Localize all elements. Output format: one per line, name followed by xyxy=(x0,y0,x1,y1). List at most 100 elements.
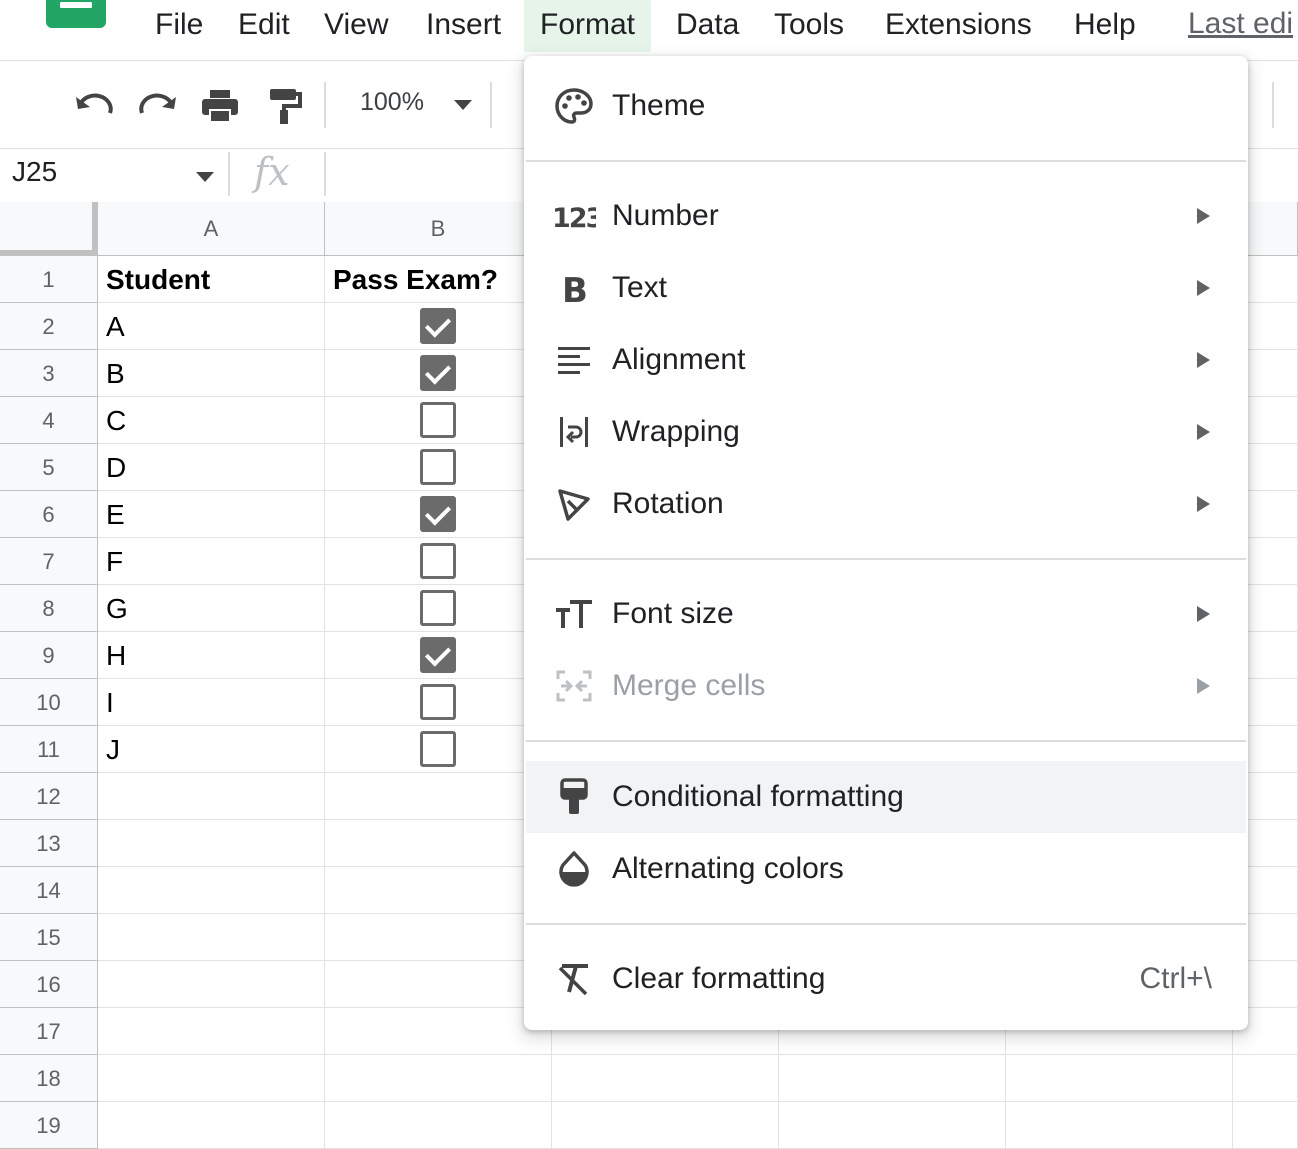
cell[interactable] xyxy=(779,1102,1006,1149)
chevron-down-icon[interactable] xyxy=(454,100,472,110)
column-header-a[interactable]: A xyxy=(98,202,325,256)
menu-item-number[interactable]: 123 Number xyxy=(526,180,1246,252)
student-cell[interactable]: E xyxy=(98,491,325,538)
redo-icon[interactable] xyxy=(136,84,180,128)
row-header[interactable]: 6 xyxy=(0,491,98,538)
cell[interactable] xyxy=(325,1008,552,1055)
student-cell[interactable]: G xyxy=(98,585,325,632)
student-cell[interactable]: H xyxy=(98,632,325,679)
row-header[interactable]: 2 xyxy=(0,303,98,350)
menu-view[interactable]: View xyxy=(308,0,404,52)
formula-input[interactable] xyxy=(340,160,520,190)
row-header[interactable]: 4 xyxy=(0,397,98,444)
pass-exam-cell[interactable] xyxy=(325,585,552,632)
menu-format[interactable]: Format xyxy=(524,0,652,52)
pass-exam-cell[interactable] xyxy=(325,726,552,773)
cell[interactable] xyxy=(1006,1055,1233,1102)
cell[interactable] xyxy=(1233,1102,1298,1149)
cell[interactable] xyxy=(98,961,325,1008)
cell[interactable] xyxy=(98,773,325,820)
paint-format-icon[interactable] xyxy=(262,84,306,128)
undo-icon[interactable] xyxy=(72,84,116,128)
menu-item-conditional-formatting[interactable]: Conditional formatting xyxy=(526,761,1246,833)
row-header[interactable]: 9 xyxy=(0,632,98,679)
cell[interactable] xyxy=(325,820,552,867)
menu-data[interactable]: Data xyxy=(660,0,755,52)
checkbox-checked[interactable] xyxy=(420,308,456,344)
pass-exam-cell[interactable] xyxy=(325,444,552,491)
cell[interactable] xyxy=(325,773,552,820)
cell[interactable] xyxy=(98,820,325,867)
menu-item-clear-formatting[interactable]: Clear formatting Ctrl+\ xyxy=(526,943,1246,1015)
row-header[interactable]: 8 xyxy=(0,585,98,632)
menu-file[interactable]: File xyxy=(139,0,219,52)
name-box[interactable]: J25 xyxy=(12,156,57,188)
menu-tools[interactable]: Tools xyxy=(758,0,860,52)
student-cell[interactable]: D xyxy=(98,444,325,491)
checkbox-unchecked[interactable] xyxy=(420,543,456,579)
cell[interactable] xyxy=(1006,1102,1233,1149)
chevron-down-icon[interactable] xyxy=(196,172,214,182)
row-header[interactable]: 12 xyxy=(0,773,98,820)
column-header-b[interactable]: B xyxy=(325,202,552,256)
row-header[interactable]: 13 xyxy=(0,820,98,867)
pass-exam-cell[interactable] xyxy=(325,679,552,726)
row-header[interactable]: 18 xyxy=(0,1055,98,1102)
cell[interactable] xyxy=(325,1055,552,1102)
row-header[interactable]: 14 xyxy=(0,867,98,914)
pass-exam-cell[interactable] xyxy=(325,538,552,585)
cell[interactable] xyxy=(98,1102,325,1149)
cell[interactable] xyxy=(779,1055,1006,1102)
zoom-select[interactable]: 100% xyxy=(360,88,424,117)
cell[interactable] xyxy=(98,1008,325,1055)
cell[interactable] xyxy=(325,1102,552,1149)
cell[interactable] xyxy=(552,1055,779,1102)
menu-insert[interactable]: Insert xyxy=(410,0,517,52)
menu-item-theme[interactable]: Theme xyxy=(526,70,1246,142)
pass-exam-cell[interactable] xyxy=(325,491,552,538)
header-cell-student[interactable]: Student xyxy=(98,256,325,303)
cell[interactable] xyxy=(1233,1055,1298,1102)
checkbox-checked[interactable] xyxy=(420,355,456,391)
menu-extensions[interactable]: Extensions xyxy=(869,0,1048,52)
pass-exam-cell[interactable] xyxy=(325,397,552,444)
row-header[interactable]: 17 xyxy=(0,1008,98,1055)
checkbox-unchecked[interactable] xyxy=(420,731,456,767)
row-header[interactable]: 1 xyxy=(0,256,98,303)
menu-item-merge-cells[interactable]: Merge cells xyxy=(526,650,1246,722)
checkbox-unchecked[interactable] xyxy=(420,684,456,720)
select-all-corner[interactable] xyxy=(0,202,98,256)
checkbox-checked[interactable] xyxy=(420,637,456,673)
cell[interactable] xyxy=(325,867,552,914)
checkbox-checked[interactable] xyxy=(420,496,456,532)
row-header[interactable]: 19 xyxy=(0,1102,98,1149)
cell[interactable] xyxy=(325,961,552,1008)
cell[interactable] xyxy=(98,1055,325,1102)
header-cell-pass-exam[interactable]: Pass Exam? xyxy=(325,256,552,303)
row-header[interactable]: 16 xyxy=(0,961,98,1008)
pass-exam-cell[interactable] xyxy=(325,303,552,350)
menu-item-wrapping[interactable]: Wrapping xyxy=(526,396,1246,468)
row-header[interactable]: 10 xyxy=(0,679,98,726)
print-icon[interactable] xyxy=(198,84,242,128)
cell[interactable] xyxy=(325,914,552,961)
checkbox-unchecked[interactable] xyxy=(420,590,456,626)
sheets-logo-icon[interactable] xyxy=(46,0,106,28)
menu-item-font-size[interactable]: Font size xyxy=(526,578,1246,650)
student-cell[interactable]: C xyxy=(98,397,325,444)
checkbox-unchecked[interactable] xyxy=(420,402,456,438)
student-cell[interactable]: J xyxy=(98,726,325,773)
checkbox-unchecked[interactable] xyxy=(420,449,456,485)
last-edit-link[interactable]: Last edi xyxy=(1188,0,1293,52)
row-header[interactable]: 11 xyxy=(0,726,98,773)
cell[interactable] xyxy=(98,914,325,961)
student-cell[interactable]: F xyxy=(98,538,325,585)
menu-edit[interactable]: Edit xyxy=(222,0,306,52)
menu-item-rotation[interactable]: Rotation xyxy=(526,468,1246,540)
row-header[interactable]: 3 xyxy=(0,350,98,397)
menu-help[interactable]: Help xyxy=(1058,0,1152,52)
menu-item-text[interactable]: B Text xyxy=(526,252,1246,324)
student-cell[interactable]: B xyxy=(98,350,325,397)
menu-item-alignment[interactable]: Alignment xyxy=(526,324,1246,396)
row-header[interactable]: 7 xyxy=(0,538,98,585)
